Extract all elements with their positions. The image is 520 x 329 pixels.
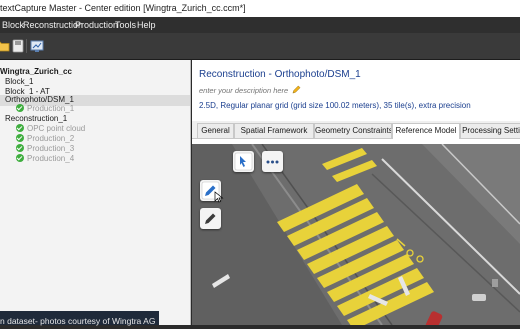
save-icon[interactable] [10, 38, 26, 54]
pencil-icon [205, 213, 216, 224]
menu-tools[interactable]: Tools [115, 20, 136, 30]
caption-overlay: n dataset- photos courtesy of Wingtra AG [0, 311, 160, 326]
check-icon [16, 144, 24, 152]
tree-item-label: OPC point cloud [27, 124, 86, 133]
menu-help[interactable]: Help [137, 20, 156, 30]
window-title-bar: textCapture Master - Center edition [Win… [0, 0, 520, 18]
mouse-cursor-icon [214, 191, 224, 203]
tab-spatial-framework[interactable]: Spatial Framework [234, 123, 314, 138]
orthophoto-map-view[interactable] [192, 144, 520, 325]
draw-tool-button[interactable] [200, 208, 221, 229]
reconstruction-info: 2.5D, Regular planar grid (grid size 100… [199, 101, 471, 110]
move-tool-button[interactable] [233, 151, 254, 172]
menu-production[interactable]: Production [75, 20, 118, 30]
check-icon [16, 124, 24, 132]
tab-bar: General Spatial Framework Geometry Const… [192, 121, 520, 139]
project-tree: Wingtra_Zurich_cc Block_1 Block_1 - AT O… [0, 60, 191, 325]
window-title: textCapture Master - Center edition [Win… [0, 3, 246, 13]
folder-icon[interactable] [0, 38, 10, 54]
toolbar [0, 33, 520, 60]
tree-item-label: Production_3 [27, 144, 75, 153]
toolbar-separator [26, 39, 27, 53]
tree-item-label: Production_1 [27, 104, 75, 113]
description-input[interactable] [199, 85, 349, 96]
menu-block[interactable]: Block [2, 20, 24, 30]
tab-geometry-constraints[interactable]: Geometry Constraints [314, 123, 392, 138]
more-icon [266, 160, 279, 164]
tree-item-orthophoto-label: Orthophoto/DSM_1 [5, 95, 74, 104]
monitor-icon[interactable] [29, 38, 45, 54]
panel-title: Reconstruction - Orthophoto/DSM_1 [199, 69, 361, 80]
check-icon [16, 104, 24, 112]
pointer-icon [234, 152, 253, 171]
tab-general[interactable]: General [197, 123, 234, 138]
tree-item-label: Production_2 [27, 134, 75, 143]
tree-item-label: Production_4 [27, 154, 75, 163]
more-options-button[interactable] [262, 151, 283, 172]
tab-reference-model[interactable]: Reference Model [392, 123, 460, 139]
tab-processing-settings[interactable]: Processing Setti [460, 123, 520, 138]
check-icon [16, 134, 24, 142]
menu-bar: Block Reconstruction Production Tools He… [0, 17, 520, 33]
check-icon [16, 154, 24, 162]
edit-pencil-icon[interactable] [292, 85, 301, 94]
tree-item-production-4[interactable]: Production_4 [16, 154, 74, 165]
